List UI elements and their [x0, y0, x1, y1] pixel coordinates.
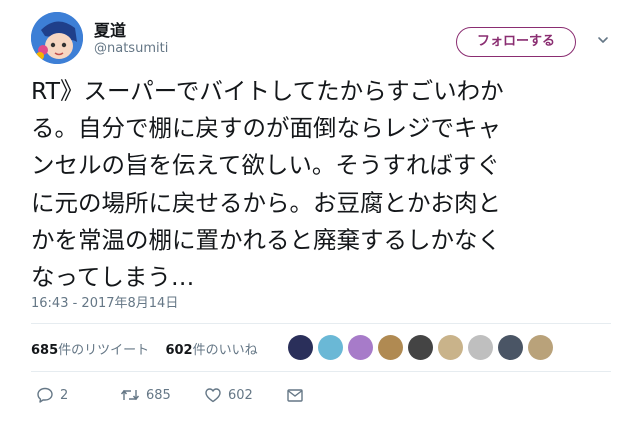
- user-handle[interactable]: @natsumiti: [94, 41, 168, 56]
- like-stat-count: 602: [165, 343, 193, 358]
- reply-action[interactable]: 2: [36, 383, 68, 407]
- liker-avatar[interactable]: [438, 335, 463, 360]
- tweet-timestamp[interactable]: 16:43 - 2017年8月14日: [31, 292, 178, 311]
- tweet-line: RT》スーパーでバイトしてたからすごいわか: [31, 77, 504, 105]
- avatar-illustration: [31, 12, 83, 64]
- follow-button[interactable]: フォローする: [456, 27, 576, 57]
- like-stat[interactable]: 602件のいいね: [165, 343, 257, 358]
- heart-icon: [205, 388, 221, 403]
- tweet-line: に元の場所に戻せるから。お豆腐とかお肉と: [31, 188, 501, 217]
- chevron-down-icon[interactable]: [596, 33, 610, 47]
- reply-count: 2: [60, 387, 69, 403]
- liker-avatar[interactable]: [288, 335, 313, 360]
- liker-avatar[interactable]: [378, 335, 403, 360]
- tweet-line: かを常温の棚に置かれると廃棄するしかなく: [31, 225, 501, 254]
- retweet-stat[interactable]: 685件のリツイート: [31, 343, 149, 358]
- like-action[interactable]: 602: [204, 383, 253, 407]
- avatar[interactable]: [31, 12, 83, 64]
- engagement-stats: 685件のリツイート 602件のいいね: [31, 339, 258, 358]
- divider: [31, 371, 611, 372]
- envelope-icon: [287, 389, 303, 402]
- retweet-stat-count: 685: [31, 343, 59, 358]
- like-stat-label: 件のいいね: [192, 343, 258, 358]
- divider: [31, 323, 611, 324]
- reply-icon: [37, 387, 53, 403]
- retweet-icon: [120, 389, 140, 401]
- liker-avatar[interactable]: [528, 335, 553, 360]
- liker-avatar[interactable]: [498, 335, 523, 360]
- like-count: 602: [228, 387, 253, 403]
- display-name[interactable]: 夏道: [94, 17, 126, 41]
- tweet-text: RT》スーパーでバイトしてたからすごいわか る。自分で棚に戻すのが面倒ならレジで…: [31, 73, 616, 296]
- retweet-action[interactable]: 685: [120, 383, 171, 407]
- tweet-line: ンセルの旨を伝えて欲しい。そうすればすぐ: [31, 151, 500, 180]
- tweet-line: る。自分で棚に戻すのが面倒ならレジでキャ: [31, 114, 501, 143]
- retweet-count: 685: [146, 387, 171, 403]
- liker-avatar[interactable]: [408, 335, 433, 360]
- liker-avatar[interactable]: [348, 335, 373, 360]
- message-action[interactable]: [286, 383, 304, 407]
- tweet-line: なってしまう…: [31, 263, 195, 292]
- liker-avatar[interactable]: [318, 335, 343, 360]
- liker-avatar[interactable]: [468, 335, 493, 360]
- retweet-stat-label: 件のリツイート: [58, 343, 150, 358]
